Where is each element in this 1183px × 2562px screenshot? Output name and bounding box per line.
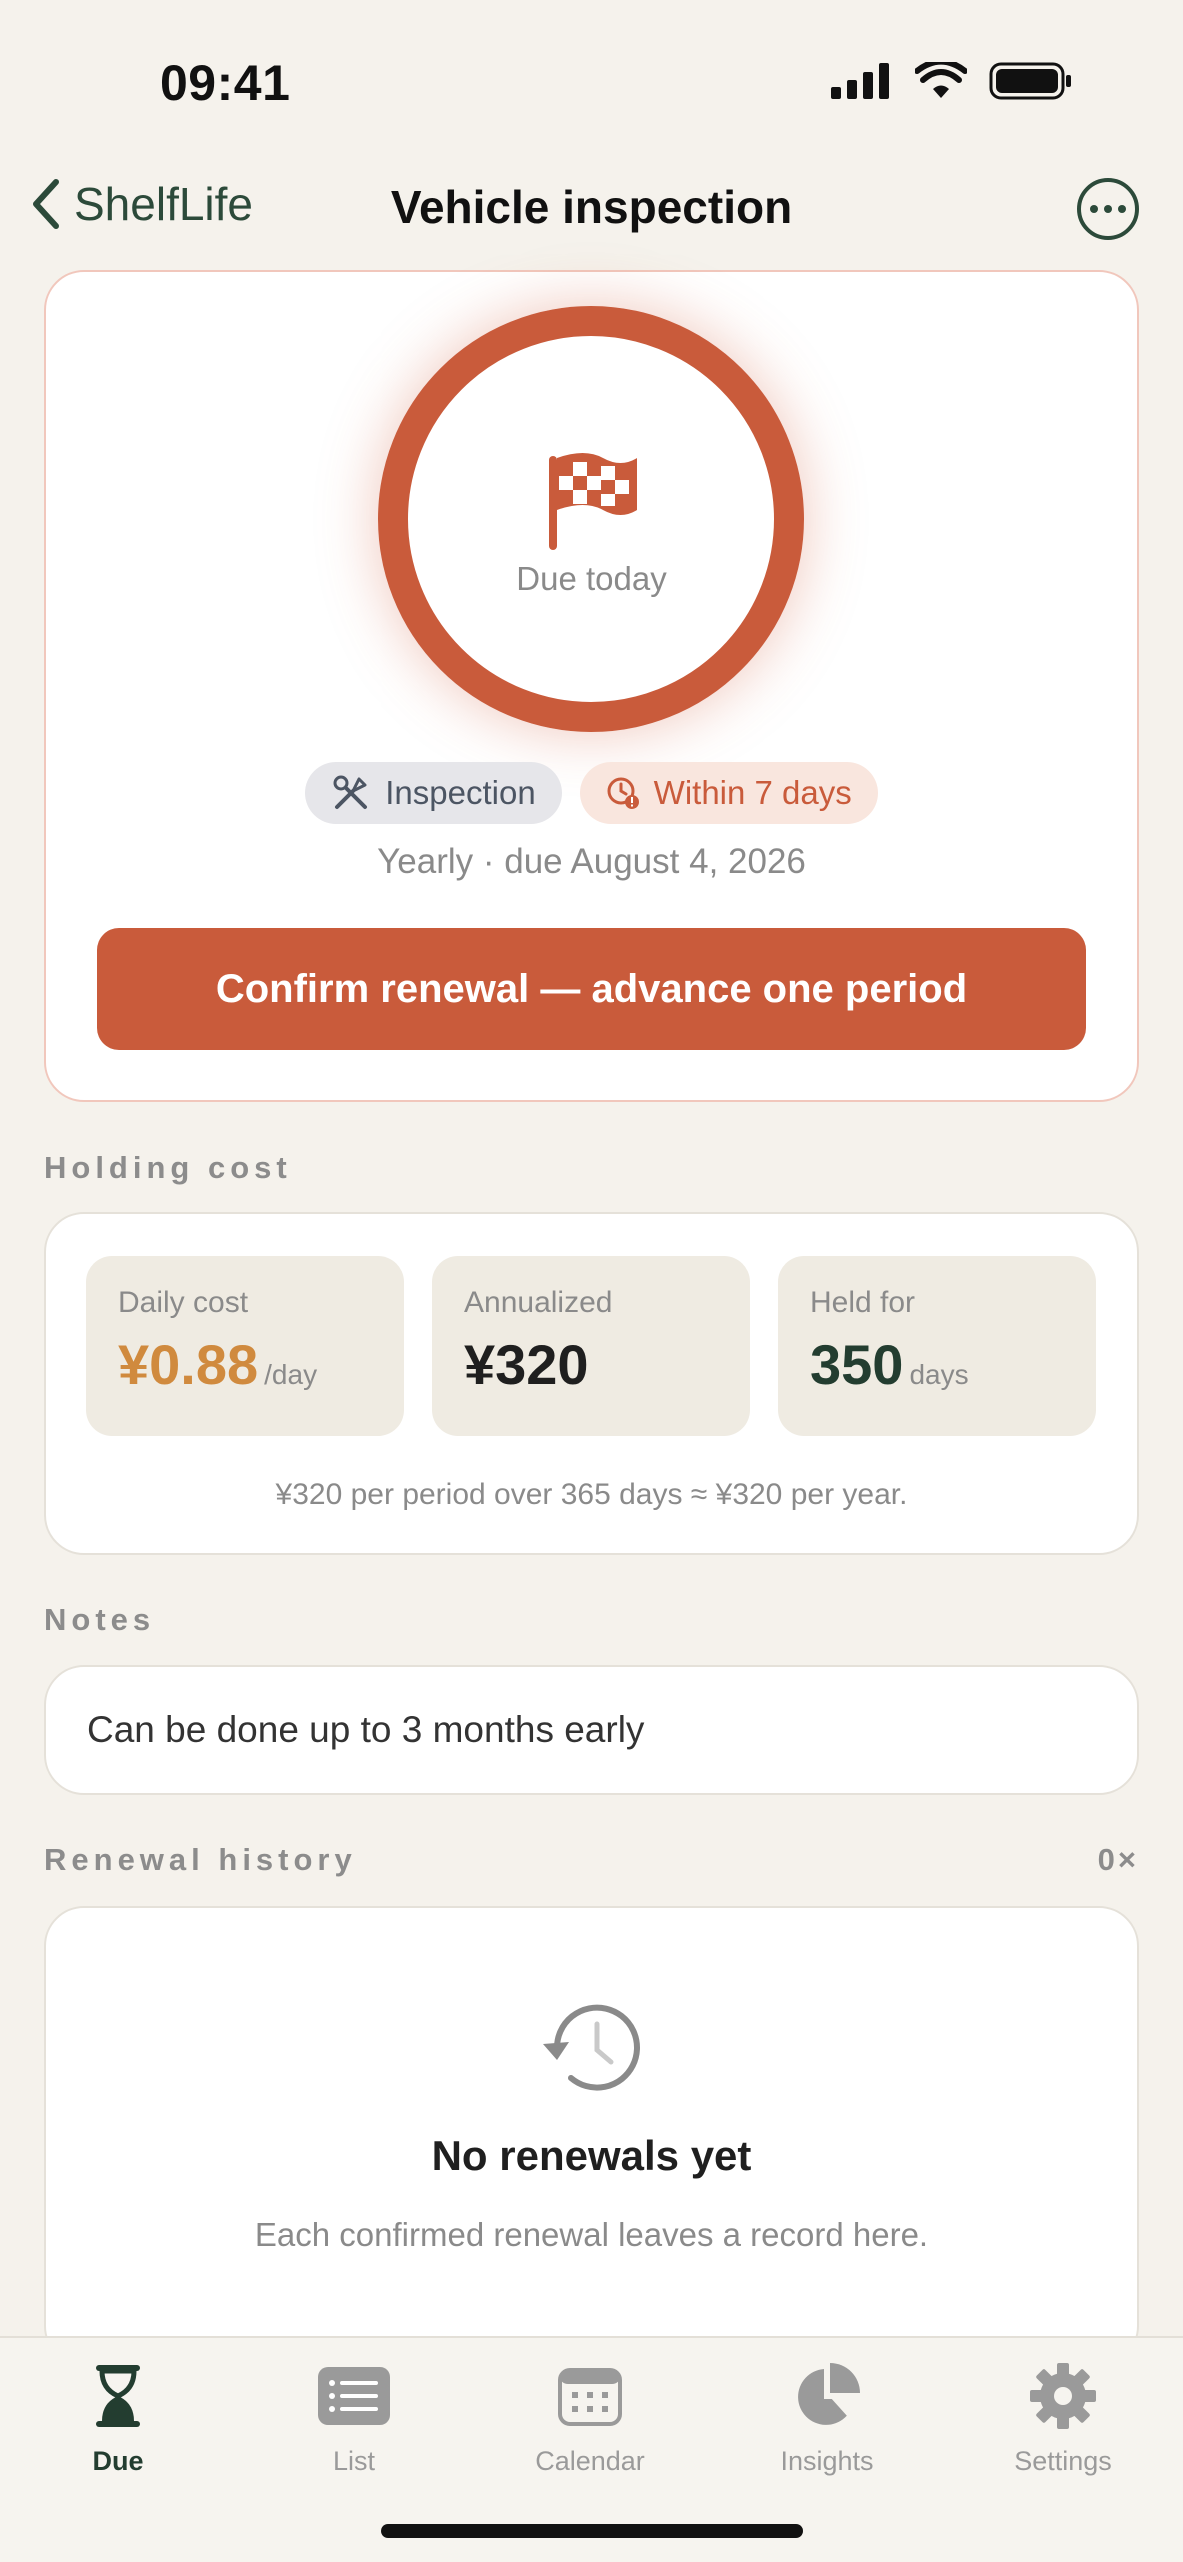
wifi-icon [915,62,967,98]
hourglass-icon [96,2365,140,2427]
signal-icon [831,63,889,99]
section-header-holding-cost: Holding cost [44,1150,292,1185]
dot [1104,205,1112,213]
tab-label: Insights [780,2446,874,2476]
notes-card[interactable]: Can be done up to 3 months early [44,1665,1139,1795]
renewal-count: 0× [1097,1842,1139,1877]
category-chip-label: Inspection [385,774,536,811]
pie-chart-icon [798,2363,860,2425]
tab-label: Settings [1014,2446,1112,2476]
chip-row: Inspection Within 7 days [0,762,1183,824]
checkered-flag-icon [549,453,637,550]
metric-held-for: Held for 350 days [778,1256,1096,1436]
empty-history-title: No renewals yet [431,2132,752,2179]
page-title: Vehicle inspection [390,181,793,233]
category-chip: Inspection [305,762,562,824]
tab-due[interactable]: Due [0,2350,236,2477]
metric-value: ¥320 [464,1333,589,1396]
more-options-button[interactable] [1077,178,1139,240]
status-time: 09:41 [160,55,291,111]
section-header-renewal-history: Renewal history [44,1842,357,1877]
due-status-label: Due today [516,560,667,597]
tab-list[interactable]: List [236,2350,472,2477]
calendar-icon [558,2368,622,2426]
metric-unit: days [909,1359,969,1390]
metric-label: Annualized [464,1286,613,1319]
tab-settings[interactable]: Settings [945,2350,1181,2477]
metric-annualized: Annualized ¥320 [432,1256,750,1436]
schedule-text: Yearly · due August 4, 2026 [377,842,806,881]
tab-label: List [332,2446,376,2476]
tab-label: Due [92,2446,144,2476]
list-icon [318,2367,390,2425]
metric-label: Daily cost [118,1286,249,1319]
empty-history-subtitle: Each confirmed renewal leaves a record h… [254,2216,929,2253]
urgency-chip: Within 7 days [579,762,878,824]
tab-label: Calendar [535,2446,645,2476]
home-indicator [381,2524,803,2538]
metric-unit: /day [264,1359,318,1390]
metric-daily-cost: Daily cost ¥0.88 /day [86,1256,404,1436]
confirm-renewal-button[interactable]: Confirm renewal — advance one period [97,928,1086,1050]
metric-value: 350 [810,1333,904,1396]
metric-label: Held for [810,1286,916,1319]
tab-calendar[interactable]: Calendar [472,2350,708,2477]
tools-icon [333,775,368,809]
gear-icon [1030,2363,1096,2429]
dot [1118,205,1126,213]
cost-footnote: ¥320 per period over 365 days ≈ ¥320 per… [275,1478,908,1511]
clock-alert-icon [607,777,639,809]
tab-insights[interactable]: Insights [709,2350,945,2477]
metric-value: ¥0.88 [118,1333,259,1396]
battery-icon [989,62,1071,100]
section-header-notes: Notes [44,1602,156,1637]
status-icons [831,62,1073,100]
history-icon [543,2004,640,2091]
dot [1090,205,1098,213]
notes-text: Can be done up to 3 months early [87,1709,645,1750]
urgency-chip-label: Within 7 days [653,774,852,811]
